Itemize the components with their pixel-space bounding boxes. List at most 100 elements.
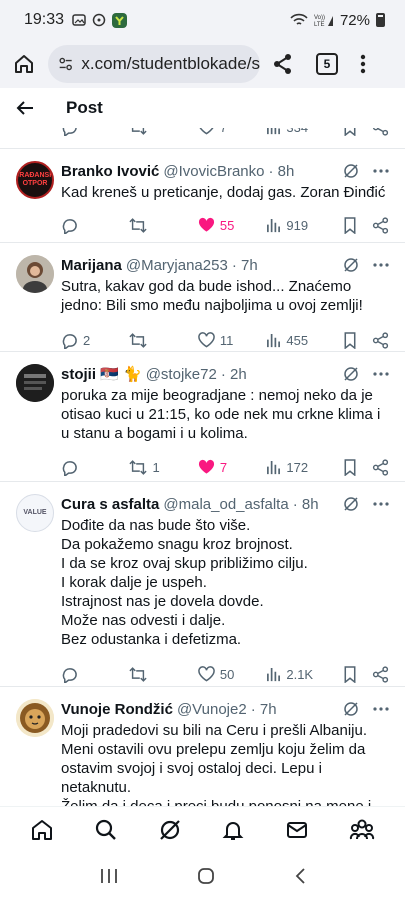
repost-button[interactable] — [129, 332, 197, 349]
post-text: poruka za mije beogradjane : nemoj neko … — [61, 387, 381, 442]
views-button[interactable]: 172 — [266, 460, 342, 475]
home-circle-icon[interactable] — [197, 867, 215, 885]
tab-switcher-button[interactable]: 5 — [316, 53, 338, 75]
repost-button[interactable] — [129, 217, 197, 234]
like-button[interactable]: 55 — [198, 217, 266, 233]
author-handle[interactable]: @mala_od_asfalta — [163, 496, 288, 513]
repost-icon — [129, 332, 148, 348]
like-button[interactable]: 7 — [198, 459, 266, 475]
author-name[interactable]: Marijana — [61, 257, 122, 274]
grok-icon[interactable] — [343, 257, 359, 273]
grok-icon[interactable] — [343, 366, 359, 382]
address-bar[interactable]: x.com/studentblokade/s — [48, 45, 260, 83]
avatar[interactable] — [16, 364, 54, 402]
post-time: · 8h — [292, 495, 319, 513]
views-button[interactable]: 919 — [266, 218, 342, 233]
recents-icon[interactable] — [100, 868, 118, 884]
like-button[interactable]: 7 — [198, 128, 266, 135]
views-button[interactable]: 334 — [266, 128, 342, 135]
reply-button[interactable] — [61, 666, 129, 683]
like-count: 7 — [219, 459, 228, 475]
like-button[interactable]: 11 — [198, 332, 266, 348]
search-tab-icon[interactable] — [94, 818, 118, 842]
repost-button[interactable] — [129, 666, 197, 683]
reply-button[interactable]: 2 — [61, 332, 129, 349]
back-chevron-icon[interactable] — [294, 867, 306, 885]
list-item[interactable]: Vunoje Rondžić @Vunoje2 · 7h Moji praded… — [0, 687, 405, 806]
messages-tab-icon[interactable] — [285, 818, 309, 842]
more-horizontal-icon[interactable] — [373, 263, 389, 267]
author-handle[interactable]: @stojke72 — [146, 366, 217, 383]
notifications-tab-icon[interactable] — [221, 818, 245, 842]
avatar-photo — [16, 364, 54, 402]
grok-icon[interactable] — [343, 163, 359, 179]
more-horizontal-icon[interactable] — [373, 169, 389, 173]
share-button[interactable] — [372, 216, 389, 234]
list-item[interactable]: VALUE Cura s asfalta @mala_od_asfalta · … — [0, 482, 405, 685]
reply-icon — [62, 333, 77, 349]
grok-tab-icon[interactable] — [158, 818, 182, 842]
battery-icon — [376, 13, 385, 27]
author-handle[interactable]: @IvovicBranko — [163, 163, 264, 180]
list-item[interactable]: GRAĐANSKI OTPOR Branko Ivović @IvovicBra… — [0, 149, 405, 243]
bookmark-button[interactable] — [343, 458, 372, 476]
author-name[interactable]: Cura s asfalta — [61, 496, 159, 513]
share-icon[interactable] — [272, 53, 294, 75]
heart-icon — [198, 666, 215, 682]
repost-button[interactable]: 1 — [129, 459, 197, 476]
post-time: · 2h — [220, 365, 247, 383]
grok-icon[interactable] — [343, 496, 359, 512]
share-icon — [373, 128, 389, 136]
post-actions: 1 7 172 — [61, 456, 389, 478]
list-item[interactable]: Marijana @Maryjana253 · 7h Sutra, kakav … — [0, 243, 405, 351]
author-name[interactable]: Branko Ivović — [61, 163, 159, 180]
site-settings-icon[interactable] — [58, 55, 73, 73]
view-count: 455 — [286, 332, 309, 348]
more-horizontal-icon[interactable] — [373, 707, 389, 711]
bookmark-button[interactable] — [343, 128, 372, 136]
repost-button[interactable] — [129, 128, 197, 136]
like-count: 11 — [219, 332, 234, 348]
home-icon — [15, 55, 33, 73]
communities-tab-icon[interactable] — [349, 818, 375, 842]
more-vert-icon[interactable] — [360, 54, 366, 74]
avatar[interactable] — [16, 255, 54, 293]
list-item[interactable]: stojii 🇷🇸 🐈 @stojke72 · 2h poruka za mij… — [0, 352, 405, 480]
views-button[interactable]: 2.1K — [266, 667, 342, 682]
home-tab-icon[interactable] — [30, 818, 54, 842]
share-button[interactable] — [372, 458, 389, 476]
more-horizontal-icon[interactable] — [373, 502, 389, 506]
share-button[interactable] — [372, 665, 389, 683]
back-button[interactable] — [0, 100, 50, 116]
more-horizontal-icon[interactable] — [373, 372, 389, 376]
like-button[interactable]: 50 — [198, 666, 266, 682]
arrow-left-icon — [16, 101, 33, 115]
browser-toolbar: x.com/studentblokade/s 5 — [0, 40, 405, 88]
reply-button[interactable] — [61, 217, 129, 234]
like-count: 7 — [220, 128, 227, 135]
share-button[interactable] — [372, 128, 389, 136]
author-handle[interactable]: @Vunoje2 — [177, 701, 247, 718]
reply-button[interactable] — [61, 128, 129, 136]
avatar[interactable]: VALUE — [16, 494, 54, 532]
author-name[interactable]: stojii 🇷🇸 🐈 — [61, 365, 142, 383]
view-count: 172 — [286, 459, 309, 475]
repost-icon — [129, 459, 148, 475]
views-button[interactable]: 455 — [266, 333, 342, 348]
bookmark-button[interactable] — [343, 216, 372, 234]
author-handle[interactable]: @Maryjana253 — [126, 257, 228, 274]
share-button[interactable] — [372, 331, 389, 349]
bookmark-button[interactable] — [343, 331, 372, 349]
share-icon — [372, 331, 389, 349]
reply-button[interactable] — [61, 459, 129, 476]
avatar[interactable] — [16, 699, 54, 737]
author-name[interactable]: Vunoje Rondžić — [61, 701, 173, 718]
image-icon — [72, 14, 86, 26]
bookmark-button[interactable] — [343, 665, 372, 683]
bottom-nav — [0, 806, 405, 852]
avatar[interactable]: GRAĐANSKI OTPOR — [16, 161, 54, 199]
grok-icon[interactable] — [343, 701, 359, 717]
battery-percent: 72% — [339, 11, 370, 29]
view-count: 2.1K — [286, 666, 314, 682]
home-button[interactable] — [0, 53, 48, 75]
